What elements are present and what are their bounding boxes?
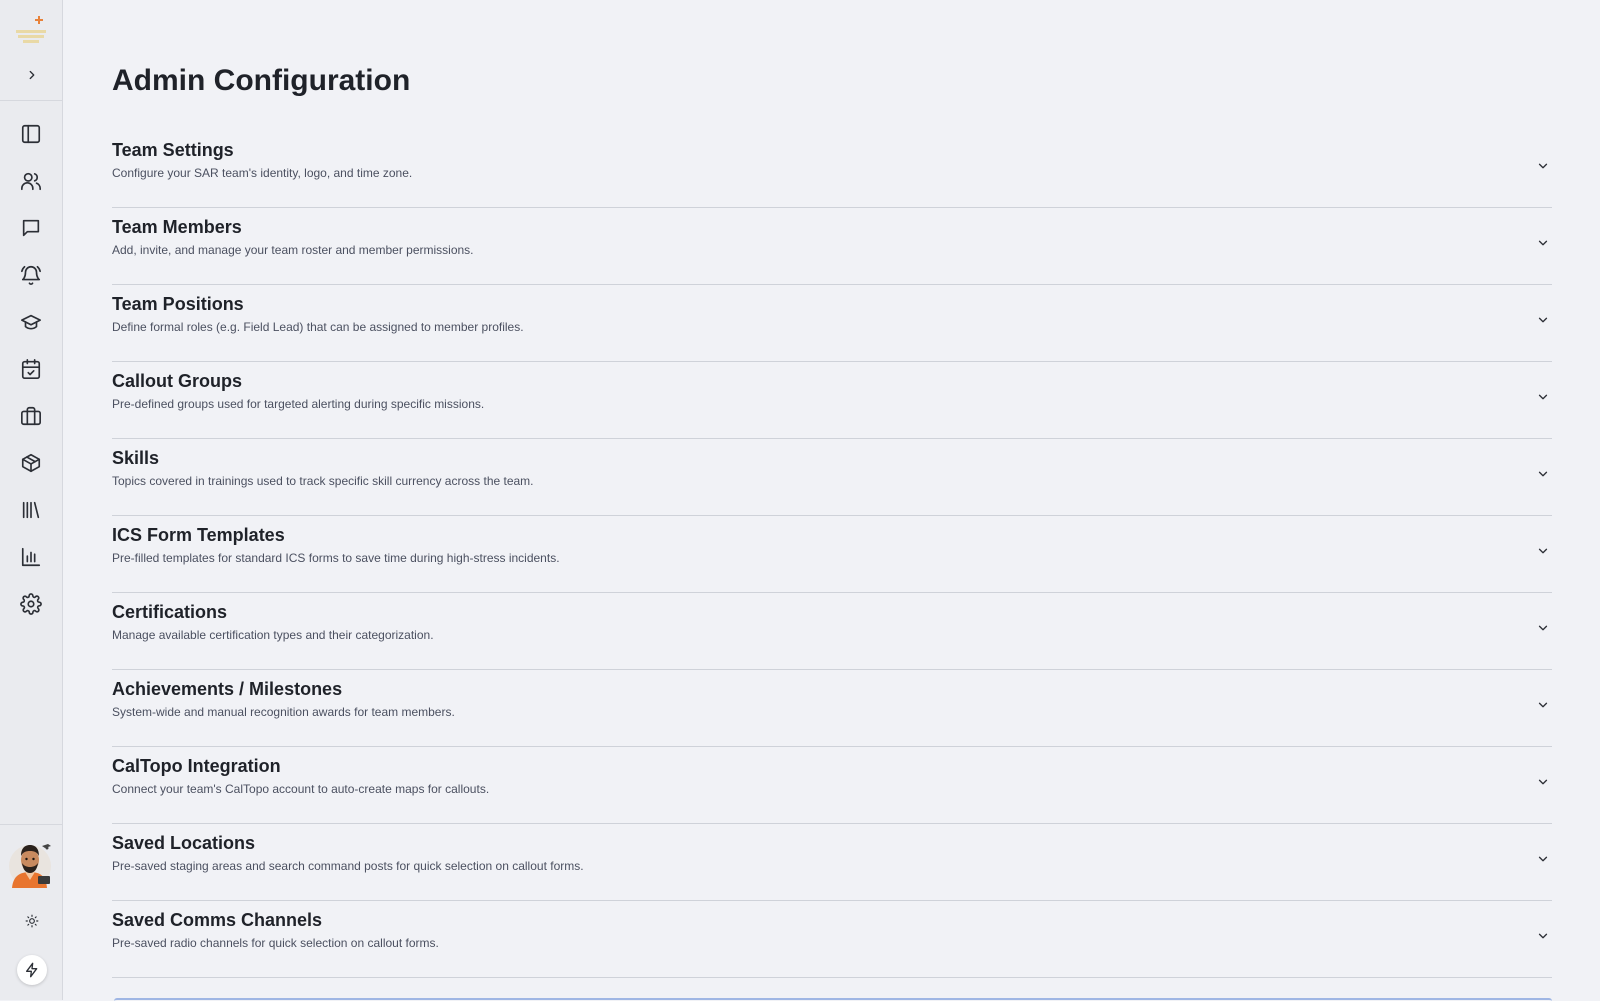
section-title: ICS Form Templates <box>112 525 285 545</box>
section-title: CalTopo Integration <box>112 756 281 776</box>
section-title: Team Settings <box>112 140 234 160</box>
section-ics-form-templates[interactable]: ICS Form Templates Pre-filled templates … <box>112 516 1552 593</box>
section-saved-comms-channels[interactable]: Saved Comms Channels Pre-saved radio cha… <box>112 901 1552 978</box>
bell-icon <box>21 265 41 286</box>
sidebar-item-callouts[interactable] <box>16 260 46 290</box>
section-callout-groups[interactable]: Callout Groups Pre-defined groups used f… <box>112 362 1552 439</box>
section-achievements[interactable]: Achievements / Milestones System-wide an… <box>112 670 1552 747</box>
chevron-down-icon[interactable] <box>1534 696 1552 714</box>
section-certifications[interactable]: Certifications Manage available certific… <box>112 593 1552 670</box>
library-icon <box>22 501 40 519</box>
sidebar-divider <box>0 824 63 825</box>
sidebar-divider <box>0 100 63 101</box>
sidebar-item-missions[interactable] <box>16 401 46 431</box>
sidebar-item-reports[interactable] <box>16 542 46 572</box>
section-description: Pre-saved staging areas and search comma… <box>112 859 584 873</box>
section-title: Achievements / Milestones <box>112 679 343 699</box>
sidebar-item-calendar[interactable] <box>16 354 46 384</box>
chevron-down-icon[interactable] <box>1534 619 1552 637</box>
sidebar-item-members[interactable] <box>16 166 46 196</box>
team-logo[interactable] <box>14 14 48 48</box>
chevron-down-icon[interactable] <box>1534 927 1552 945</box>
message-icon <box>22 219 40 237</box>
users-icon <box>21 172 41 191</box>
quick-action-button[interactable] <box>17 955 47 985</box>
section-description: Configure your SAR team's identity, logo… <box>112 166 413 180</box>
page-title: Admin Configuration <box>112 64 411 97</box>
section-title: Certifications <box>112 602 228 622</box>
chevron-down-icon[interactable] <box>1534 773 1552 791</box>
section-team-settings[interactable]: Team Settings Configure your SAR team's … <box>112 131 1552 208</box>
user-avatar[interactable] <box>8 838 56 888</box>
section-title: Callout Groups <box>112 371 242 391</box>
gear-icon <box>20 593 42 615</box>
bolt-icon <box>26 962 38 978</box>
section-description: System-wide and manual recognition award… <box>112 705 455 719</box>
bar-chart-icon <box>21 547 41 567</box>
chevron-down-icon[interactable] <box>1534 465 1552 483</box>
config-sections: Team Settings Configure your SAR team's … <box>112 131 1552 978</box>
sidebar-item-messages[interactable] <box>16 213 46 243</box>
section-skills[interactable]: Skills Topics covered in trainings used … <box>112 439 1552 516</box>
panel-icon <box>21 124 41 144</box>
sidebar-item-dashboard[interactable] <box>16 119 46 149</box>
sidebar-item-training[interactable] <box>16 307 46 337</box>
section-description: Manage available certification types and… <box>112 628 434 642</box>
theme-toggle-button[interactable] <box>20 909 44 933</box>
section-description: Pre-defined groups used for targeted ale… <box>112 397 485 411</box>
section-title: Saved Comms Channels <box>112 910 323 930</box>
chevron-down-icon[interactable] <box>1534 850 1552 868</box>
sidebar-item-settings[interactable] <box>16 589 46 619</box>
briefcase-icon <box>21 406 41 426</box>
chevron-down-icon[interactable] <box>1534 311 1552 329</box>
section-description: Pre-saved radio channels for quick selec… <box>112 936 439 950</box>
section-team-positions[interactable]: Team Positions Define formal roles (e.g.… <box>112 285 1552 362</box>
sun-icon <box>25 914 39 928</box>
chevron-down-icon[interactable] <box>1534 157 1552 175</box>
section-team-members[interactable]: Team Members Add, invite, and manage you… <box>112 208 1552 285</box>
section-description: Define formal roles (e.g. Field Lead) th… <box>112 320 524 334</box>
section-title: Saved Locations <box>112 833 256 853</box>
sidebar <box>0 0 63 1000</box>
section-description: Add, invite, and manage your team roster… <box>112 243 474 257</box>
sidebar-item-inventory[interactable] <box>16 448 46 478</box>
graduation-cap-icon <box>21 314 41 330</box>
chevron-down-icon[interactable] <box>1534 542 1552 560</box>
section-title: Team Members <box>112 217 242 237</box>
package-icon <box>21 453 41 473</box>
section-title: Skills <box>112 448 160 468</box>
chevron-down-icon[interactable] <box>1534 388 1552 406</box>
section-caltopo-integration[interactable]: CalTopo Integration Connect your team's … <box>112 747 1552 824</box>
section-title: Team Positions <box>112 294 244 314</box>
chevron-right-icon <box>29 70 35 80</box>
section-description: Connect your team's CalTopo account to a… <box>112 782 490 796</box>
chevron-down-icon[interactable] <box>1534 234 1552 252</box>
section-description: Pre-filled templates for standard ICS fo… <box>112 551 560 565</box>
section-saved-locations[interactable]: Saved Locations Pre-saved staging areas … <box>112 824 1552 901</box>
section-description: Topics covered in trainings used to trac… <box>112 474 534 488</box>
expand-sidebar-button[interactable] <box>20 63 44 87</box>
sidebar-item-library[interactable] <box>16 495 46 525</box>
calendar-check-icon <box>21 359 41 379</box>
